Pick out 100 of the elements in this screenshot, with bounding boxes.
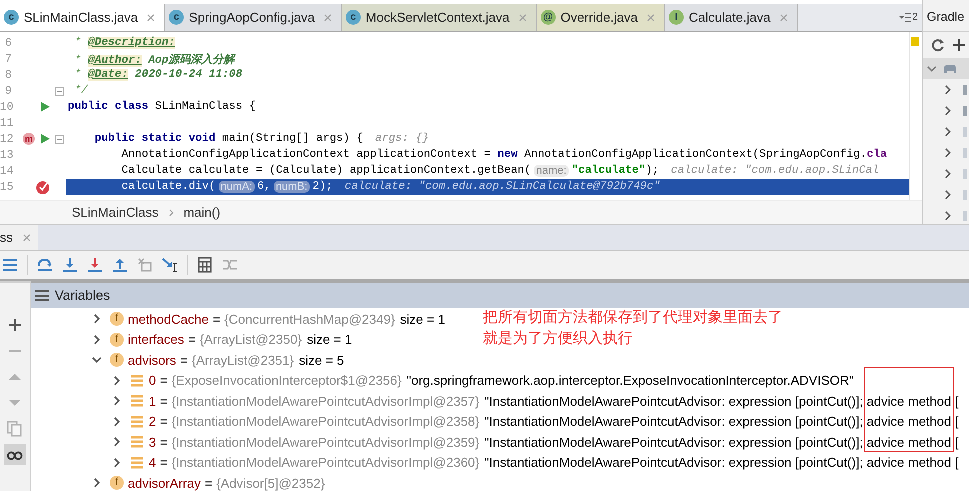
- step-over-icon[interactable]: [37, 257, 53, 273]
- inlay-hint: calculate: "com.edu.aop.SLinCal: [671, 165, 880, 177]
- chevron-right-icon[interactable]: [92, 478, 102, 488]
- line-number: 9: [4, 84, 12, 98]
- chevron-right-icon[interactable]: [92, 334, 102, 345]
- field-icon: f: [110, 312, 124, 326]
- warning-marker-icon[interactable]: [911, 37, 919, 46]
- panel-title: Gradle: [923, 0, 969, 32]
- chevron-right-icon[interactable]: [112, 396, 122, 406]
- chevron-right-icon[interactable]: [112, 437, 122, 448]
- line-number: 11: [0, 116, 12, 130]
- code-text: * @Author: Aop源码深入分解: [74, 52, 235, 66]
- chevron-icon[interactable]: [945, 126, 951, 136]
- list-icon: [130, 456, 144, 470]
- variable-entry[interactable]: interfaces = {ArrayList@2350} size = 1: [128, 332, 352, 348]
- variable-entry[interactable]: 2 = {InstantiationModelAwarePointcutAdvisorImpl@2358} "InstantiationModelAwarePointcutAdvisor: expression [pointCut()]; advice method [: [149, 414, 959, 430]
- variable-entry[interactable]: 1 = {InstantiationModelAwarePointcutAdvisorImpl@2357} "InstantiationModelAwarePointcutAdvisor: expression [pointCut()]; advice method [: [149, 394, 959, 409]
- node-icon: [963, 148, 967, 158]
- chevron-icon[interactable]: [945, 190, 951, 200]
- parameter-hint: numA:: [218, 181, 254, 193]
- code-text: 6,: [258, 181, 271, 193]
- node-icon: [963, 210, 967, 220]
- line-number: 7: [4, 52, 12, 66]
- step-into-icon[interactable]: [62, 257, 78, 273]
- close-icon[interactable]: [22, 232, 32, 242]
- variable-entry[interactable]: methodCache = {ConcurrentHashMap@2349} size = 1: [128, 312, 446, 327]
- breadcrumb-item[interactable]: SLinMainClass: [72, 205, 159, 220]
- tab-overflow-button[interactable]: 2: [899, 4, 918, 31]
- close-icon[interactable]: [146, 12, 156, 22]
- chevron-icon: [168, 208, 174, 217]
- list-icon: [130, 374, 144, 388]
- inlay-hint: args: {}: [375, 133, 430, 145]
- chevron-right-icon[interactable]: [92, 314, 102, 324]
- run-icon[interactable]: [39, 133, 51, 145]
- chevron-icon[interactable]: [945, 84, 951, 94]
- code-text: 2);: [312, 181, 333, 193]
- parameter-hint: name:: [534, 165, 569, 177]
- chevron-icon[interactable]: [945, 210, 951, 220]
- line-number: 12: [0, 132, 12, 146]
- line-number: 14: [0, 164, 12, 178]
- list-icon: [130, 414, 144, 429]
- variable-entry[interactable]: 4 = {InstantiationModelAwarePointcutAdvisorImpl@2360} "InstantiationModelAwarePointcutAdvisor: expression [pointCut()]; advice method [: [149, 455, 959, 470]
- annotation-text: 就是为了方便织入执行: [483, 329, 634, 349]
- run-to-cursor-icon[interactable]: [162, 257, 178, 273]
- panel-title: Variables: [55, 288, 110, 303]
- code-text: */: [74, 85, 88, 97]
- editor-tab[interactable]: I Calculate.java: [665, 4, 798, 31]
- code-text: Calculate calculate = (Calculate) applicationContext.getBean(: [120, 165, 532, 177]
- add-icon[interactable]: [953, 39, 965, 51]
- debug-tab[interactable]: ss: [0, 225, 38, 250]
- code-text: calculate.div(: [120, 181, 216, 193]
- force-step-into-icon[interactable]: [87, 257, 103, 273]
- chevron-down-icon[interactable]: [927, 64, 937, 72]
- code-text: AnnotationConfigApplicationContext applicationContext = new AnnotationConfigApplicationContext(SpringAopConfig.cla: [120, 149, 888, 161]
- node-icon: [963, 84, 967, 94]
- line-number: 6: [4, 36, 12, 50]
- variable-entry[interactable]: advisors = {ArrayList@2351} size = 5: [128, 352, 344, 368]
- field-icon: f: [110, 476, 124, 490]
- add-icon[interactable]: [7, 316, 23, 332]
- chevron-right-icon[interactable]: [112, 458, 122, 468]
- variable-entry[interactable]: 0 = {ExposeInvocationInterceptor$1@2356} "org.springframework.aop.interceptor.ExposeInvocationInterceptor.ADVISOR": [149, 373, 854, 388]
- fold-icon[interactable]: [55, 134, 64, 144]
- list-icon: [899, 12, 912, 22]
- editor-tab[interactable]: c SpringAopConfig.java: [165, 4, 342, 31]
- chevron-down-icon[interactable]: [92, 355, 102, 366]
- run-icon[interactable]: [39, 101, 51, 113]
- tab-label: ss: [0, 230, 13, 245]
- step-out-icon[interactable]: [112, 257, 128, 273]
- breadcrumb-item[interactable]: main(): [184, 205, 221, 220]
- parameter-hint: numB:: [274, 181, 310, 193]
- variable-entry[interactable]: 3 = {InstantiationModelAwarePointcutAdvisorImpl@2359} "InstantiationModelAwarePointcutAdvisor: expression [pointCut()]; advice method [: [149, 434, 959, 450]
- code-text: * @Date: 2020-10-24 11:08: [74, 69, 243, 81]
- node-icon: [963, 168, 967, 178]
- editor-tab[interactable]: @ Override.java: [536, 4, 666, 31]
- list-icon: [130, 435, 144, 450]
- chevron-icon[interactable]: [945, 168, 951, 178]
- line-number: 13: [0, 148, 12, 162]
- toggle-button[interactable]: [4, 444, 26, 465]
- menu-icon[interactable]: [2, 257, 18, 273]
- node-icon: [963, 126, 967, 136]
- code-text: public class SLinMainClass {: [68, 101, 256, 113]
- chevron-icon[interactable]: [945, 148, 951, 158]
- line-number: 10: [0, 100, 12, 114]
- refresh-icon[interactable]: [931, 38, 945, 52]
- node-icon: [963, 190, 967, 200]
- variable-entry[interactable]: advisorArray = {Advisor[5]@2352}: [128, 476, 326, 491]
- node-icon: [963, 106, 967, 116]
- fold-icon[interactable]: [55, 86, 64, 96]
- editor-tab[interactable]: c SLinMainClass.java: [0, 4, 166, 31]
- chevron-icon[interactable]: [945, 106, 951, 116]
- calculator-icon[interactable]: [197, 257, 213, 273]
- inlay-hint: calculate: "com.edu.aop.SLinCalculate@792b749c": [344, 181, 660, 193]
- field-icon: f: [110, 353, 124, 368]
- menu-icon[interactable]: [35, 290, 49, 302]
- editor-tab[interactable]: c MockServletContext.java: [342, 4, 537, 31]
- chevron-right-icon[interactable]: [112, 376, 122, 386]
- breakpoint-icon[interactable]: [35, 179, 51, 195]
- chevron-right-icon[interactable]: [112, 416, 122, 427]
- code-text: "calculate");: [572, 165, 660, 177]
- code-text: public static void main(String[] args) {: [94, 133, 364, 145]
